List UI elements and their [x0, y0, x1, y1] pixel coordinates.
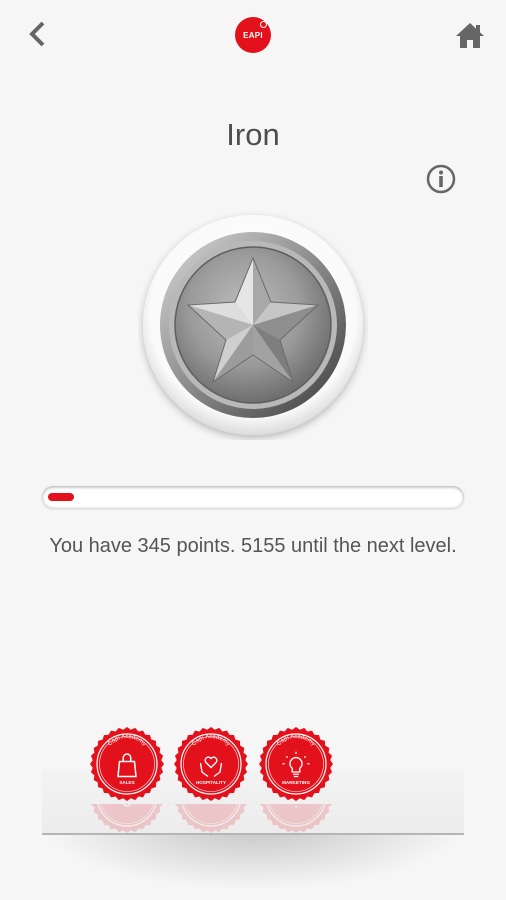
badge-reflection: [173, 804, 249, 834]
badge-reflection: [89, 804, 165, 834]
home-button[interactable]: [454, 20, 486, 50]
badge-hospitality[interactable]: Capi Academy HOSPITALITY: [173, 726, 249, 802]
back-button[interactable]: [22, 18, 54, 50]
logo-text: EAPI: [243, 30, 263, 40]
info-icon: [426, 164, 456, 194]
badge-marketing[interactable]: Capi Academy MARKETING: [258, 726, 334, 802]
chevron-left-icon: [29, 21, 45, 47]
badge-label: MARKETING: [282, 780, 310, 785]
progress-fill: [48, 493, 74, 501]
top-bar: EAPI: [0, 0, 506, 70]
star-medal-icon: [143, 215, 363, 435]
info-button[interactable]: [425, 163, 457, 195]
badge-label: SALES: [119, 780, 134, 785]
points-status-text: You have 345 points. 5155 until the next…: [49, 535, 457, 557]
registered-mark: [260, 21, 267, 28]
level-medal: [138, 210, 368, 440]
brand-logo: EAPI: [235, 17, 271, 53]
badge-reflection: [258, 804, 334, 834]
badge-label: HOSPITALITY: [196, 780, 226, 785]
badge-sales[interactable]: Capi Academy SALES: [89, 726, 165, 802]
home-icon: [456, 23, 484, 48]
level-title: Iron: [226, 117, 280, 152]
points-progress-bar: [42, 486, 464, 508]
